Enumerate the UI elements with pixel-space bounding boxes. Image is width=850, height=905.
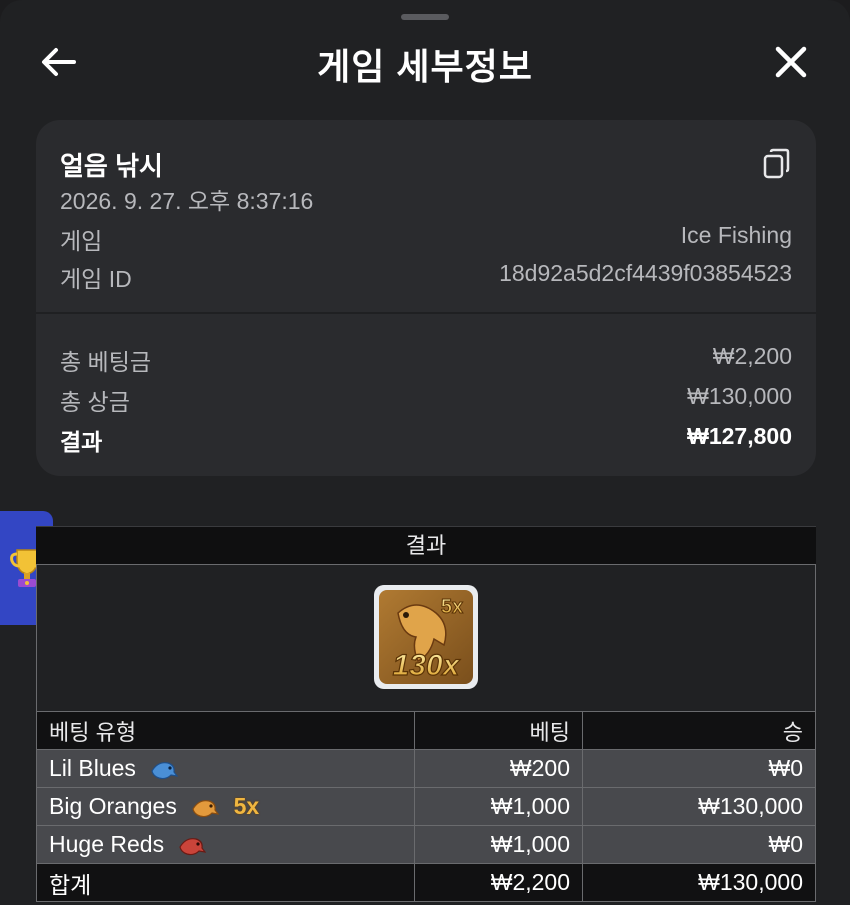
red-fish-icon	[179, 838, 207, 856]
total-bet-row: 총 베팅금 ₩2,200	[60, 343, 792, 377]
col-bet-type: 베팅 유형	[36, 711, 415, 750]
game-id-label: 게임 ID	[60, 266, 132, 292]
table-row: Big Oranges 5x ₩1,000 ₩130,000	[36, 787, 816, 826]
bet-cell: ₩1,000	[414, 825, 583, 864]
results-section: 결과 5x 130x 베팅 유형 베팅 승 Lil Blues ₩200 ₩0 …	[36, 526, 816, 902]
copy-icon	[763, 148, 790, 179]
row-multiplier: 5x	[233, 793, 260, 819]
game-summary-card: 얼음 낚시 2026. 9. 27. 오후 8:37:16 게임 Ice Fis…	[36, 120, 816, 476]
bet-type-cell: Big Oranges 5x	[36, 787, 415, 826]
total-bet-label: 총 베팅금	[60, 349, 152, 375]
bet-type-name: Big Oranges	[49, 793, 177, 819]
game-value: Ice Fishing	[680, 222, 792, 248]
close-button[interactable]	[769, 40, 813, 84]
copy-button[interactable]	[762, 148, 792, 180]
col-win: 승	[582, 711, 816, 750]
total-label: 합계	[36, 863, 415, 902]
tile-small-multiplier: 5x	[441, 596, 463, 618]
total-bet-value: ₩2,200	[712, 343, 792, 369]
win-cell: ₩0	[582, 749, 816, 788]
table-header-row: 베팅 유형 베팅 승	[36, 711, 816, 750]
bet-cell: ₩200	[414, 749, 583, 788]
result-label: 결과	[60, 429, 103, 455]
total-win: ₩130,000	[582, 863, 816, 902]
total-prize-label: 총 상금	[60, 389, 130, 415]
table-row: Huge Reds ₩1,000 ₩0	[36, 825, 816, 864]
results-title: 결과	[36, 526, 816, 564]
win-cell: ₩130,000	[582, 787, 816, 826]
total-prize-row: 총 상금 ₩130,000	[60, 383, 792, 417]
result-row: 결과 ₩127,800	[60, 423, 792, 457]
result-image-box: 5x 130x	[36, 564, 816, 711]
sheet-grabber[interactable]	[401, 14, 449, 20]
game-name: 얼음 낚시	[60, 151, 163, 181]
bet-type-cell: Huge Reds	[36, 825, 415, 864]
col-bet: 베팅	[414, 711, 583, 750]
tile-big-multiplier: 130x	[393, 649, 461, 682]
game-id-row: 게임 ID 18d92a5d2cf4439f03854523	[60, 260, 792, 294]
game-row: 게임 Ice Fishing	[60, 222, 792, 256]
close-icon	[775, 46, 807, 78]
table-row: Lil Blues ₩200 ₩0	[36, 749, 816, 788]
bet-type-name: Huge Reds	[49, 831, 165, 857]
game-datetime: 2026. 9. 27. 오후 8:37:16	[60, 188, 314, 214]
fish-result-tile: 5x 130x	[374, 585, 478, 689]
orange-fish-icon	[192, 800, 220, 818]
game-id-value[interactable]: 18d92a5d2cf4439f03854523	[499, 260, 792, 294]
page-title: 게임 세부정보	[317, 46, 533, 87]
bet-cell: ₩1,000	[414, 787, 583, 826]
datetime-row: 2026. 9. 27. 오후 8:37:16	[60, 182, 792, 216]
result-value: ₩127,800	[687, 423, 792, 449]
table-total-row: 합계 ₩2,200 ₩130,000	[36, 863, 816, 902]
details-sheet: 게임 세부정보 얼음 낚시 2026. 9. 27. 오후 8:37:16 게임…	[0, 0, 850, 905]
card-divider	[36, 312, 816, 314]
blue-fish-icon	[151, 762, 179, 780]
total-prize-value: ₩130,000	[687, 383, 792, 409]
bet-type-name: Lil Blues	[49, 755, 136, 781]
bet-type-cell: Lil Blues	[36, 749, 415, 788]
total-bet: ₩2,200	[414, 863, 583, 902]
win-cell: ₩0	[582, 825, 816, 864]
game-label: 게임	[60, 228, 103, 254]
bets-table: 베팅 유형 베팅 승 Lil Blues ₩200 ₩0 Big Oranges	[36, 711, 816, 902]
